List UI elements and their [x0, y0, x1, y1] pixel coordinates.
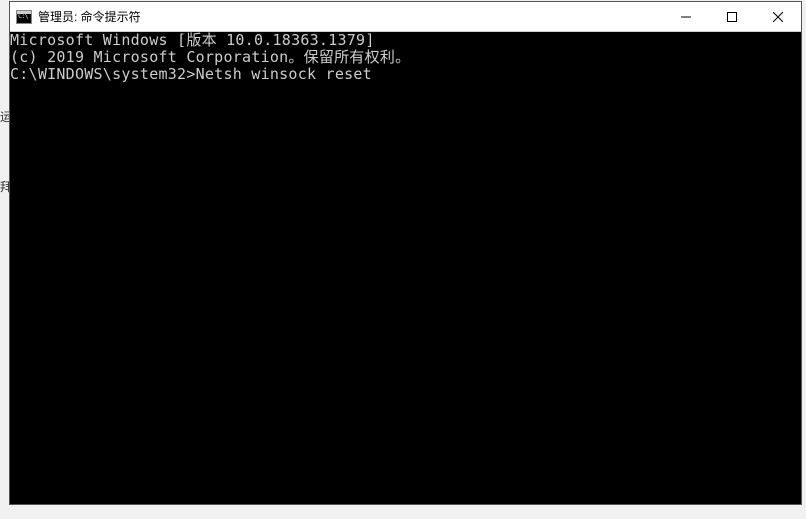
prompt-line: C:\WINDOWS\system32>Netsh winsock reset	[10, 66, 801, 83]
prompt-path: C:\WINDOWS\system32>	[10, 65, 196, 83]
terminal-output: Microsoft Windows [版本 10.0.18363.1379](c…	[10, 32, 801, 83]
bg-text-fragment: 拜	[0, 178, 9, 195]
output-line: Microsoft Windows [版本 10.0.18363.1379]	[10, 32, 801, 49]
command-prompt-window: C:\ 管理员: 命令提示符 Microsoft Windows [版本 10.…	[9, 1, 802, 505]
cmd-icon: C:\	[16, 10, 32, 24]
minimize-button[interactable]	[663, 2, 709, 32]
command-input-text: Netsh winsock reset	[196, 65, 372, 83]
maximize-icon	[727, 12, 737, 22]
bg-text-fragment: 运	[0, 108, 9, 125]
close-icon	[773, 12, 783, 22]
output-line: (c) 2019 Microsoft Corporation。保留所有权利。	[10, 49, 801, 66]
maximize-button[interactable]	[709, 2, 755, 32]
minimize-icon	[681, 12, 691, 22]
window-controls	[663, 2, 801, 32]
close-button[interactable]	[755, 2, 801, 32]
window-title: 管理员: 命令提示符	[38, 8, 141, 25]
titlebar[interactable]: C:\ 管理员: 命令提示符	[10, 2, 801, 32]
terminal-area[interactable]: Microsoft Windows [版本 10.0.18363.1379](c…	[10, 32, 801, 504]
